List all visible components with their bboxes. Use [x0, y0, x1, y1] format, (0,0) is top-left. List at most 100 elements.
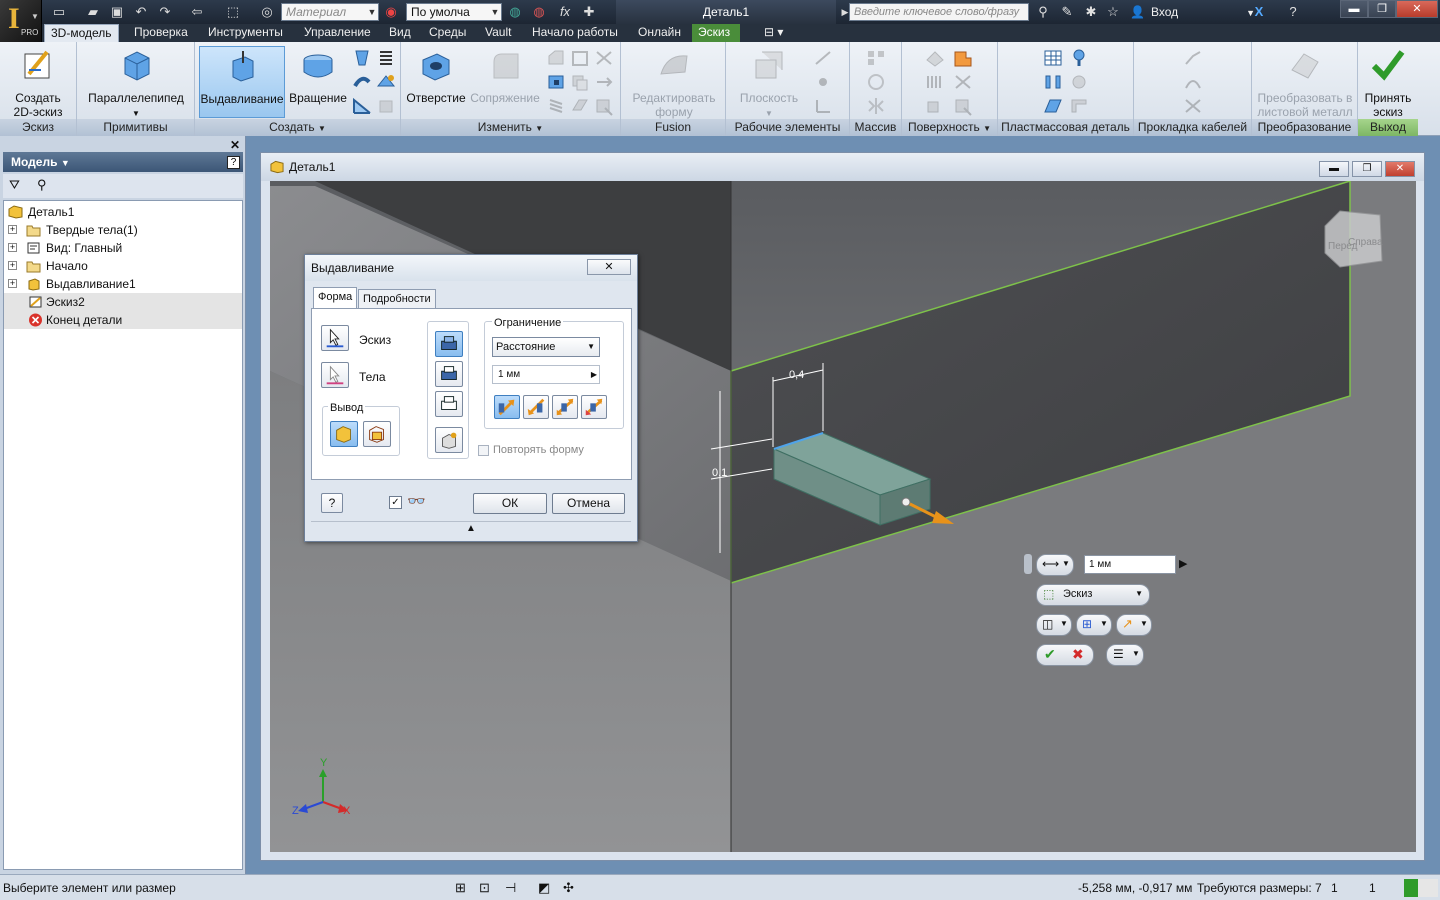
undo-icon[interactable]: ↶ [132, 3, 150, 21]
direction-2-button[interactable] [523, 395, 549, 419]
tab-manage[interactable]: Управление [298, 24, 377, 42]
dialog-close-button[interactable]: ✕ [587, 259, 631, 275]
rule-fillet-icon[interactable] [1042, 96, 1064, 116]
plus-icon[interactable]: ✚ [580, 3, 598, 21]
match-shape-checkbox[interactable] [478, 445, 489, 456]
sweep-icon[interactable] [351, 72, 373, 92]
mini-options-button[interactable]: ☰ ▼ [1106, 644, 1144, 666]
browser-header[interactable]: Модель ▼ [3, 152, 243, 172]
filter-icon[interactable]: ⛛ [9, 177, 20, 193]
view-cube[interactable]: Перед Справа [1324, 210, 1383, 268]
return-icon[interactable]: ⇦ [188, 3, 206, 21]
chevron-right-icon[interactable]: ▶ [591, 366, 597, 383]
tab-environments[interactable]: Среды [423, 24, 472, 42]
box-button[interactable]: Параллелепипед ▼ [85, 46, 187, 118]
cut-button[interactable] [435, 361, 463, 387]
tab-get-started[interactable]: Начало работы [526, 24, 624, 42]
new-icon[interactable]: ▭ [50, 3, 68, 21]
extent-handle-dot[interactable] [901, 497, 911, 507]
grill-icon[interactable] [1042, 48, 1064, 68]
distance-type-button[interactable]: ⟷ ▼ [1036, 554, 1074, 576]
panel-create-label[interactable]: Создать ▼ [195, 119, 400, 136]
close-button[interactable]: ✕ [1396, 0, 1438, 18]
new-solid-button[interactable] [435, 427, 463, 453]
intersect-button[interactable] [435, 391, 463, 417]
tools-icon[interactable]: ✎ [1058, 3, 1076, 21]
minimize-button[interactable]: ▬ [1340, 0, 1368, 18]
mini-output-button[interactable]: ◫ ▼ [1036, 614, 1072, 636]
mini-toolbar-grip[interactable] [1024, 554, 1032, 574]
patch-icon[interactable] [952, 48, 974, 68]
ok-check-icon[interactable]: ✔ [1044, 646, 1056, 663]
binoculars-icon[interactable]: ⚲ [1034, 3, 1052, 21]
app-menu-button[interactable]: I ▼ PRO [0, 0, 42, 42]
help-icon[interactable]: ? [1284, 3, 1302, 21]
fx-icon[interactable]: fx [556, 3, 574, 21]
tab-vault[interactable]: Vault [479, 24, 517, 42]
distance-input[interactable]: 1 мм ▶ [492, 365, 600, 384]
loft-icon[interactable] [351, 48, 373, 68]
tree-node-view[interactable]: + Вид: Главный [4, 239, 242, 257]
sketch-grid-icon[interactable]: ⊞ [455, 875, 466, 900]
join-button[interactable] [435, 331, 463, 357]
cancel-button[interactable]: Отмена [552, 493, 625, 514]
open-icon[interactable]: ▰ [84, 3, 102, 21]
dimension-icon[interactable]: ⊣ [505, 875, 516, 900]
mini-direction-button[interactable]: ↗ ▼ [1116, 614, 1152, 636]
finish-sketch-button[interactable]: Принять эскиз [1360, 46, 1416, 119]
material-combo[interactable]: Материал ▼ [281, 3, 379, 21]
revolve-button[interactable]: Вращение [287, 46, 349, 116]
snap-icon[interactable]: ✣ [563, 875, 574, 900]
help-icon[interactable]: ? [227, 156, 240, 169]
expand-icon[interactable]: + [8, 279, 17, 288]
boss-icon[interactable] [1068, 48, 1090, 68]
mini-distance-input[interactable]: 1 мм [1084, 555, 1176, 574]
adjust-icon[interactable]: ◍ [506, 3, 524, 21]
mini-profile-select[interactable]: ⬚ Эскиз ▼ [1036, 584, 1150, 606]
x-logo-icon[interactable]: X [1250, 3, 1268, 21]
emboss-icon[interactable] [375, 72, 397, 92]
tree-node-end-of-part[interactable]: Конец детали [4, 311, 242, 329]
create-sketch-button[interactable]: Создать 2D-эскиз [4, 46, 72, 119]
chevron-right-icon[interactable]: ▶ [1179, 557, 1187, 570]
dim-height-label[interactable]: 0,1 [712, 467, 727, 479]
expand-icon[interactable]: + [8, 225, 17, 234]
clear-icon[interactable]: ◍ [530, 3, 548, 21]
doc-close-button[interactable]: ✕ [1385, 161, 1415, 177]
tab-inspect[interactable]: Проверка [128, 24, 194, 42]
save-icon[interactable]: ▣ [108, 3, 126, 21]
expand-dialog-toggle[interactable]: ▲ [311, 521, 631, 535]
select-icon[interactable]: ⬚ [224, 3, 242, 21]
help-button[interactable]: ? [321, 493, 343, 513]
tab-online[interactable]: Онлайн [632, 24, 687, 42]
dim-width-label[interactable]: 0,4 [789, 369, 804, 381]
tab-3d-model[interactable]: 3D-модель [44, 24, 119, 42]
find-icon[interactable]: ⚲ [37, 177, 47, 193]
maximize-button[interactable]: ❐ [1368, 0, 1396, 18]
tree-node-extrusion[interactable]: + Выдавливание1 [4, 275, 242, 293]
hole-button[interactable]: Отверстие [405, 46, 467, 116]
tree-node-origin[interactable]: + Начало [4, 257, 242, 275]
extrude-button[interactable]: Выдавливание [199, 46, 285, 118]
expand-icon[interactable]: + [8, 243, 17, 252]
doc-restore-button[interactable]: ❐ [1352, 161, 1382, 177]
panel-toggle-icon[interactable]: ⊟ ▾ [758, 24, 789, 42]
search-input[interactable]: Введите ключевое слово/фразу [849, 3, 1029, 21]
panel-modify-label[interactable]: Изменить ▼ [401, 119, 620, 136]
appearance-combo[interactable]: По умолча ▼ [406, 3, 502, 21]
profile-select-button[interactable] [321, 325, 349, 351]
tree-node-solid-bodies[interactable]: + Твердые тела(1) [4, 221, 242, 239]
solids-select-button[interactable] [321, 362, 349, 388]
login-button[interactable]: 👤 Вход ▼ [1130, 0, 1255, 24]
preview-checkbox[interactable]: ✓ [389, 496, 402, 509]
mini-operation-button[interactable]: ⊞ ▼ [1076, 614, 1112, 636]
output-solid-button[interactable] [330, 421, 358, 447]
output-surface-button[interactable] [363, 421, 391, 447]
cancel-x-icon[interactable]: ✖ [1072, 646, 1084, 663]
expand-icon[interactable]: + [8, 261, 17, 270]
exchange-icon[interactable]: ✱ [1082, 3, 1100, 21]
doc-minimize-button[interactable]: ▬ [1319, 161, 1349, 177]
direction-1-button[interactable] [494, 395, 520, 419]
tab-tools[interactable]: Инструменты [202, 24, 289, 42]
tab-sketch[interactable]: Эскиз [692, 24, 740, 42]
